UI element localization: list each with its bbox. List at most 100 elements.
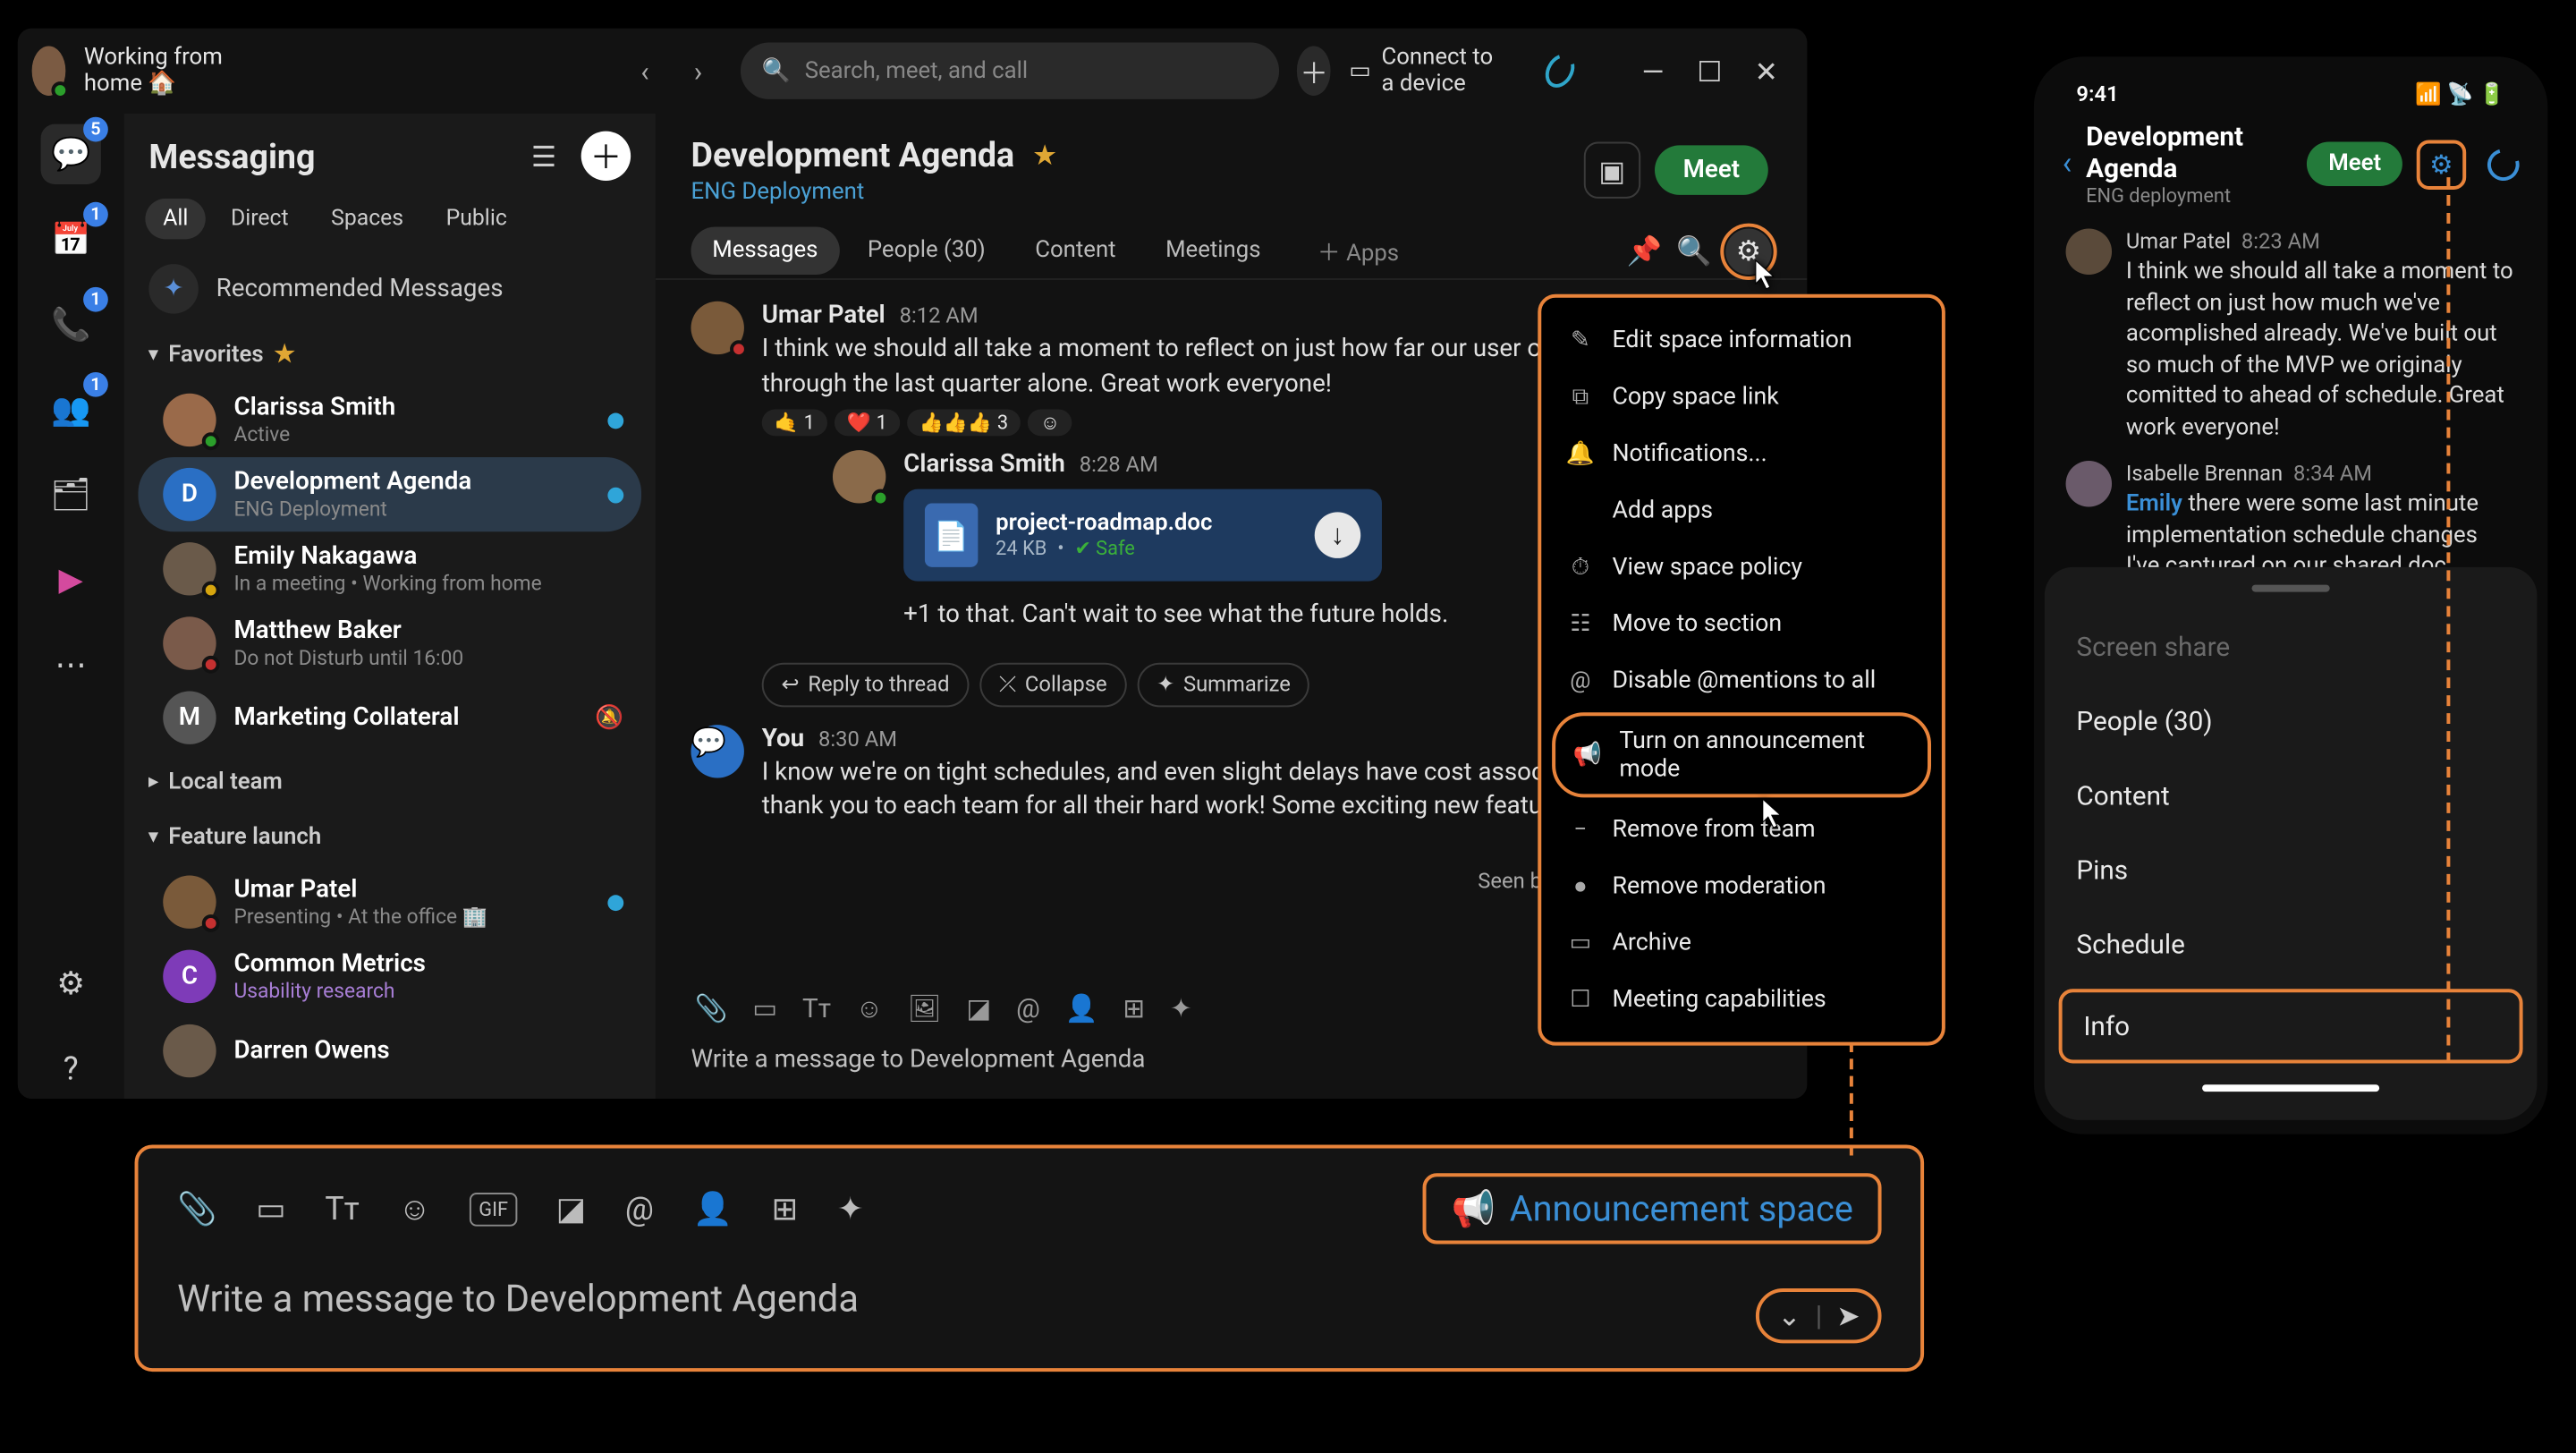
tab-meetings[interactable]: Meetings [1144, 227, 1282, 275]
tab-messages[interactable]: Messages [691, 227, 839, 275]
tab-people[interactable]: People (30) [846, 227, 1006, 275]
sheet-content[interactable]: Content [2045, 759, 2538, 833]
add-app-tab[interactable]: ＋ Apps [1296, 224, 1420, 278]
menu-move-section[interactable]: ☷Move to section [1541, 596, 1942, 652]
reaction[interactable]: 🤙1 [762, 410, 827, 437]
conv-development-agenda[interactable]: D Development Agenda ENG Deployment [138, 457, 641, 531]
people-icon[interactable]: 👤 [1065, 992, 1098, 1024]
send-button[interactable]: ➤ [1836, 1299, 1860, 1333]
video-icon[interactable]: ⊞ [1123, 992, 1145, 1024]
conv-marketing[interactable]: M Marketing Collateral 🔕 [138, 681, 641, 755]
close-button[interactable]: ✕ [1740, 45, 1792, 98]
sticker-icon[interactable]: ◪ [556, 1190, 587, 1228]
copy-link-button[interactable]: ▣ [1584, 141, 1640, 198]
gif-icon[interactable]: GIF [470, 1192, 517, 1226]
people-icon[interactable]: 👤 [692, 1190, 732, 1228]
avatar[interactable]: 💬 [691, 725, 743, 777]
avatar[interactable] [691, 302, 743, 354]
conv-darren[interactable]: Darren Owens [138, 1014, 641, 1088]
reaction[interactable]: 👍👍👍3 [907, 410, 1021, 437]
conv-common-metrics[interactable]: C Common Metrics Usability research [138, 939, 641, 1014]
section-local-team[interactable]: ▸ Local team [124, 755, 656, 810]
menu-disable-mentions[interactable]: @Disable @mentions to all [1541, 652, 1942, 709]
mobile-meet-button[interactable]: Meet [2307, 141, 2402, 186]
menu-copy-link[interactable]: ⧉Copy space link [1541, 369, 1942, 425]
mention-icon[interactable]: @ [625, 1190, 654, 1228]
menu-edit-space-info[interactable]: ✎Edit space information [1541, 312, 1942, 369]
meet-button[interactable]: Meet [1655, 145, 1768, 194]
minimize-button[interactable]: — [1626, 45, 1679, 98]
emoji-icon[interactable]: ☺ [856, 992, 883, 1024]
video-icon[interactable]: ⊞ [771, 1190, 798, 1228]
filter-button[interactable]: ☰ [521, 133, 566, 179]
ai-icon[interactable]: ✦ [837, 1190, 864, 1228]
search-input[interactable]: 🔍 Search, meet, and call [741, 43, 1279, 99]
download-button[interactable]: ↓ [1315, 513, 1360, 558]
filter-public[interactable]: Public [428, 199, 525, 240]
filter-all[interactable]: All [145, 199, 206, 240]
rail-messaging[interactable]: 💬 5 [41, 124, 101, 184]
rail-calendar[interactable]: 📅 1 [41, 209, 101, 269]
screenshot-icon[interactable]: ▭ [752, 992, 777, 1024]
rail-settings[interactable]: ⚙ [41, 954, 101, 1014]
announcement-space-chip[interactable]: 📢 Announcement space [1423, 1173, 1882, 1244]
emoji-icon[interactable]: ☺ [398, 1190, 430, 1228]
avatar[interactable] [2066, 462, 2112, 507]
reaction[interactable]: ❤️1 [835, 410, 900, 437]
section-feature-launch[interactable]: ▾ Feature launch [124, 810, 656, 864]
mention-icon[interactable]: @ [1016, 992, 1040, 1024]
pin-icon[interactable]: 📌 [1627, 234, 1662, 268]
collapse-thread-button[interactable]: ⤫ Collapse [979, 662, 1126, 707]
back-button[interactable]: ‹ [2063, 145, 2072, 183]
summarize-button[interactable]: ✦ Summarize [1137, 662, 1309, 707]
recommended-messages[interactable]: ✦ Recommended Messages [124, 250, 656, 327]
send-options-button[interactable]: ⌄ [1777, 1299, 1801, 1333]
sticker-icon[interactable]: ◪ [966, 992, 991, 1024]
conv-emily[interactable]: Emily Nakagawa In a meeting • Working fr… [138, 531, 641, 606]
maximize-button[interactable]: ☐ [1683, 45, 1736, 98]
rail-more[interactable]: ⋯ [41, 634, 101, 694]
home-indicator[interactable] [2202, 1084, 2379, 1092]
tab-content[interactable]: Content [1013, 227, 1137, 275]
attach-icon[interactable]: 📎 [177, 1190, 216, 1228]
ai-icon[interactable]: ✦ [1170, 992, 1192, 1024]
mobile-space-settings[interactable]: ⚙ [2417, 139, 2466, 188]
conv-matthew[interactable]: Matthew Baker Do not Disturb until 16:00 [138, 606, 641, 680]
file-attachment[interactable]: 📄 project-roadmap.doc 24 KB • ✔ Safe [903, 489, 1382, 582]
nav-back-button[interactable]: ‹ [620, 46, 669, 95]
copilot-icon[interactable] [1539, 49, 1580, 93]
sheet-pins[interactable]: Pins [2045, 833, 2538, 907]
copilot-icon[interactable] [2481, 142, 2525, 186]
menu-meeting-caps[interactable]: ☐Meeting capabilities [1541, 971, 1942, 1027]
sheet-grabber[interactable] [2252, 585, 2330, 592]
create-button[interactable]: ＋ [581, 132, 631, 181]
sheet-schedule[interactable]: Schedule [2045, 907, 2538, 981]
avatar[interactable] [2066, 229, 2112, 275]
conv-clarissa[interactable]: Clarissa Smith Active [138, 383, 641, 457]
menu-remove-team[interactable]: −Remove from team [1541, 801, 1942, 857]
self-status-text[interactable]: Working from home 🏠 [84, 45, 248, 98]
rail-help[interactable]: ? [41, 1039, 101, 1099]
menu-space-policy[interactable]: ⏱View space policy [1541, 539, 1942, 595]
composer-input[interactable]: Write a message to Development Agenda [691, 1046, 1771, 1075]
menu-remove-moderation[interactable]: ●Remove moderation [1541, 858, 1942, 914]
rail-contacts[interactable]: 🗂 [41, 464, 101, 524]
menu-notifications[interactable]: 🔔Notifications... [1541, 425, 1942, 481]
nav-forward-button[interactable]: › [674, 46, 723, 95]
self-avatar[interactable] [32, 46, 66, 95]
menu-announcement-mode[interactable]: 📢Turn on announcement mode [1552, 712, 1931, 797]
composer-input[interactable]: Write a message to Development Agenda [177, 1279, 1881, 1322]
format-icon[interactable]: Tт [325, 1190, 359, 1228]
rail-vidcast[interactable]: ▶ [41, 549, 101, 609]
menu-add-apps[interactable]: Add apps [1541, 482, 1942, 539]
search-in-space-icon[interactable]: 🔍 [1676, 234, 1711, 268]
sheet-info[interactable]: Info [2059, 989, 2523, 1063]
format-icon[interactable]: Tт [802, 992, 831, 1024]
sheet-screen-share[interactable]: Screen share [2045, 609, 2538, 684]
menu-archive[interactable]: ▭Archive [1541, 914, 1942, 971]
rail-teams[interactable]: 👥 1 [41, 379, 101, 439]
conv-umar[interactable]: Umar Patel Presenting • At the office 🏢 [138, 865, 641, 939]
new-action-button[interactable]: ＋ [1297, 46, 1331, 95]
add-reaction[interactable]: ☺ [1028, 410, 1072, 437]
section-favorites[interactable]: ▾ Favorites ★ [124, 327, 656, 382]
